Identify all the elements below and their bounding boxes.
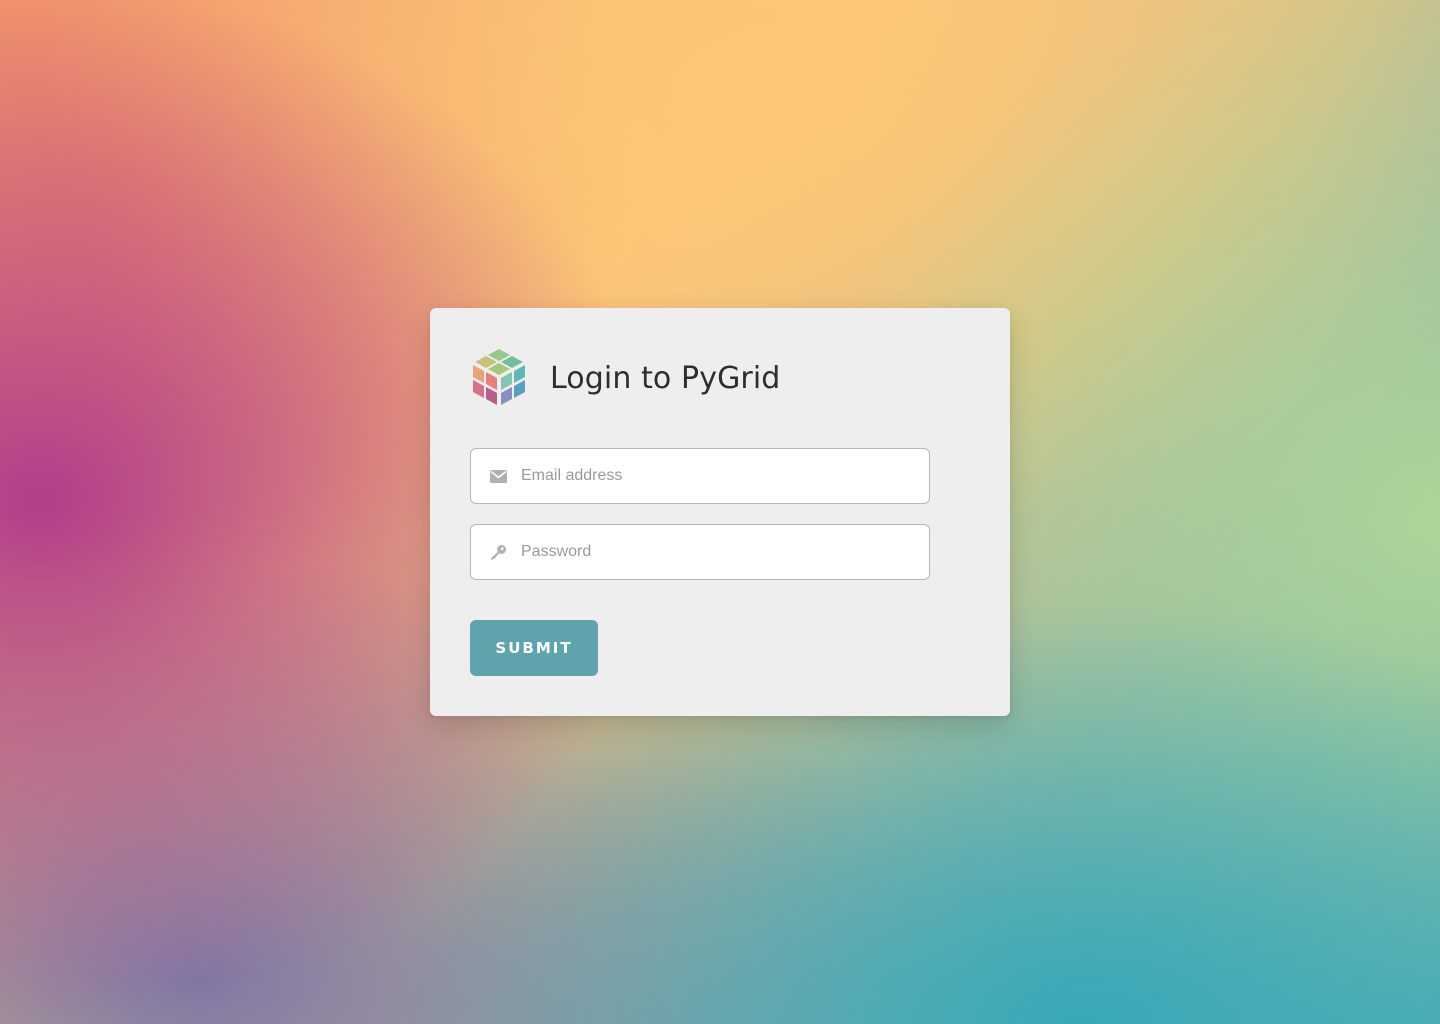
login-header: Login to PyGrid xyxy=(470,348,970,408)
envelope-icon xyxy=(489,467,507,485)
email-field[interactable] xyxy=(470,448,930,504)
login-card: Login to PyGrid SUBMIT xyxy=(430,308,1010,716)
submit-button[interactable]: SUBMIT xyxy=(470,620,598,676)
email-input[interactable] xyxy=(521,449,929,503)
pygrid-logo-icon xyxy=(473,349,525,405)
key-icon xyxy=(489,543,507,561)
password-input[interactable] xyxy=(521,525,929,579)
password-field[interactable] xyxy=(470,524,930,580)
page-title: Login to PyGrid xyxy=(550,360,781,396)
